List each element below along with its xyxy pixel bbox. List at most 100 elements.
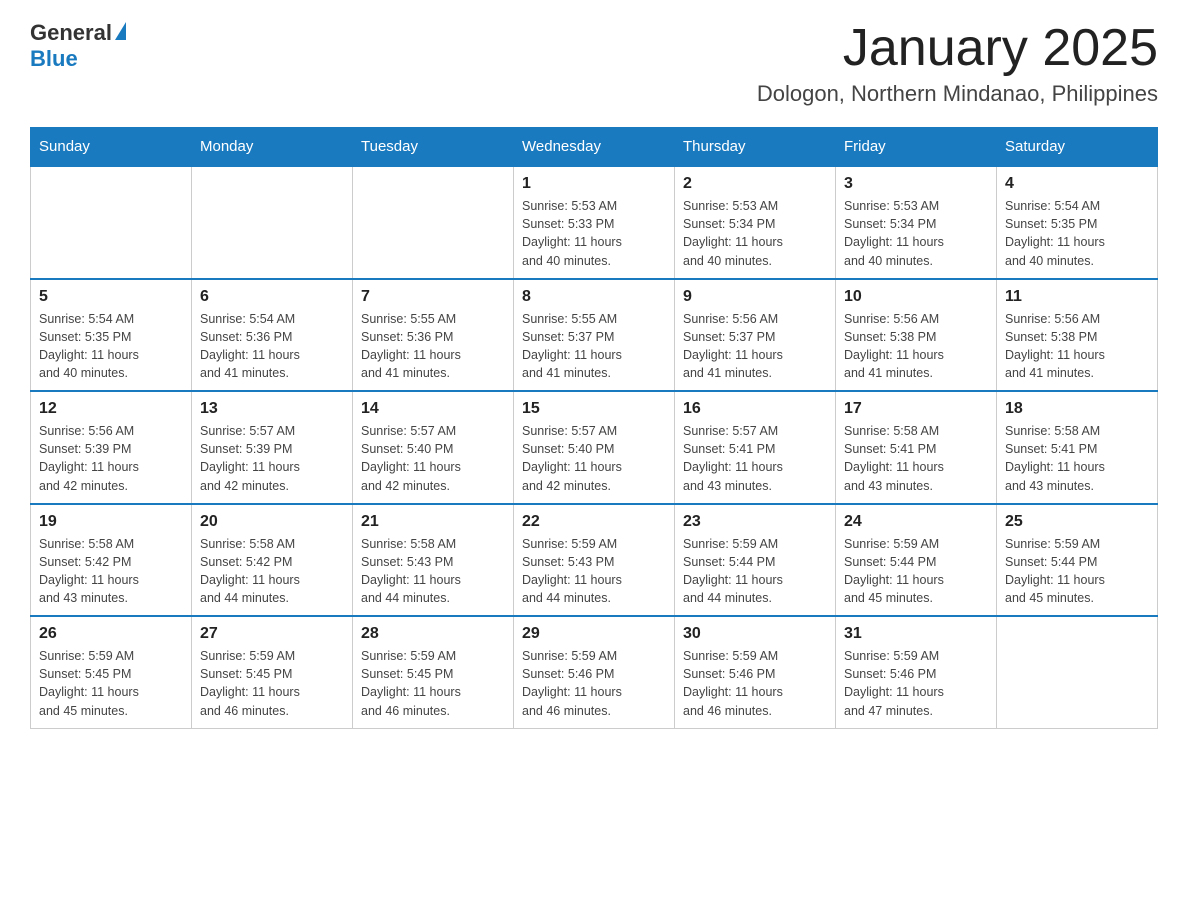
day-number: 10	[844, 288, 988, 306]
day-number: 20	[200, 513, 344, 531]
day-info: Sunrise: 5:55 AM Sunset: 5:36 PM Dayligh…	[361, 310, 505, 383]
title-section: January 2025 Dologon, Northern Mindanao,…	[757, 20, 1158, 107]
calendar-cell: 16 Sunrise: 5:57 AM Sunset: 5:41 PM Dayli…	[675, 391, 836, 504]
calendar-cell: 6 Sunrise: 5:54 AM Sunset: 5:36 PM Daylig…	[192, 279, 353, 392]
day-info: Sunrise: 5:58 AM Sunset: 5:43 PM Dayligh…	[361, 535, 505, 608]
calendar-cell: 14 Sunrise: 5:57 AM Sunset: 5:40 PM Dayli…	[353, 391, 514, 504]
calendar-header-monday: Monday	[192, 128, 353, 167]
day-info: Sunrise: 5:59 AM Sunset: 5:45 PM Dayligh…	[200, 647, 344, 720]
calendar-week-row: 26 Sunrise: 5:59 AM Sunset: 5:45 PM Dayli…	[31, 616, 1158, 728]
day-number: 11	[1005, 288, 1149, 306]
day-info: Sunrise: 5:53 AM Sunset: 5:34 PM Dayligh…	[844, 197, 988, 270]
day-info: Sunrise: 5:57 AM Sunset: 5:39 PM Dayligh…	[200, 422, 344, 495]
day-info: Sunrise: 5:54 AM Sunset: 5:36 PM Dayligh…	[200, 310, 344, 383]
calendar-cell: 22Sunrise: 5:59 AM Sunset: 5:43 PM Dayli…	[514, 504, 675, 617]
day-number: 16	[683, 400, 827, 418]
day-info: Sunrise: 5:56 AM Sunset: 5:38 PM Dayligh…	[1005, 310, 1149, 383]
day-number: 14	[361, 400, 505, 418]
day-number: 19	[39, 513, 183, 531]
day-number: 21	[361, 513, 505, 531]
day-info: Sunrise: 5:59 AM Sunset: 5:46 PM Dayligh…	[683, 647, 827, 720]
day-number: 12	[39, 400, 183, 418]
day-info: Sunrise: 5:57 AM Sunset: 5:41 PM Dayligh…	[683, 422, 827, 495]
calendar-cell: 9 Sunrise: 5:56 AM Sunset: 5:37 PM Daylig…	[675, 279, 836, 392]
calendar-cell: 8 Sunrise: 5:55 AM Sunset: 5:37 PM Daylig…	[514, 279, 675, 392]
calendar-cell: 4 Sunrise: 5:54 AM Sunset: 5:35 PM Daylig…	[997, 166, 1158, 279]
day-info: Sunrise: 5:58 AM Sunset: 5:42 PM Dayligh…	[200, 535, 344, 608]
day-info: Sunrise: 5:57 AM Sunset: 5:40 PM Dayligh…	[361, 422, 505, 495]
day-number: 22	[522, 513, 666, 531]
day-info: Sunrise: 5:59 AM Sunset: 5:46 PM Dayligh…	[522, 647, 666, 720]
calendar-cell: 30Sunrise: 5:59 AM Sunset: 5:46 PM Dayli…	[675, 616, 836, 728]
calendar-cell: 29 Sunrise: 5:59 AM Sunset: 5:46 PM Dayli…	[514, 616, 675, 728]
calendar-cell: 31 Sunrise: 5:59 AM Sunset: 5:46 PM Dayli…	[836, 616, 997, 728]
calendar-cell: 10 Sunrise: 5:56 AM Sunset: 5:38 PM Dayli…	[836, 279, 997, 392]
day-number: 23	[683, 513, 827, 531]
day-info: Sunrise: 5:58 AM Sunset: 5:41 PM Dayligh…	[844, 422, 988, 495]
calendar-cell: 7 Sunrise: 5:55 AM Sunset: 5:36 PM Daylig…	[353, 279, 514, 392]
calendar-cell: 26Sunrise: 5:59 AM Sunset: 5:45 PM Dayli…	[31, 616, 192, 728]
calendar-cell: 1 Sunrise: 5:53 AM Sunset: 5:33 PM Daylig…	[514, 166, 675, 279]
day-info: Sunrise: 5:58 AM Sunset: 5:41 PM Dayligh…	[1005, 422, 1149, 495]
calendar-cell: 2 Sunrise: 5:53 AM Sunset: 5:34 PM Daylig…	[675, 166, 836, 279]
day-info: Sunrise: 5:56 AM Sunset: 5:38 PM Dayligh…	[844, 310, 988, 383]
calendar-header-tuesday: Tuesday	[353, 128, 514, 167]
day-number: 27	[200, 625, 344, 643]
day-info: Sunrise: 5:55 AM Sunset: 5:37 PM Dayligh…	[522, 310, 666, 383]
day-info: Sunrise: 5:59 AM Sunset: 5:44 PM Dayligh…	[1005, 535, 1149, 608]
calendar-week-row: 19 Sunrise: 5:58 AM Sunset: 5:42 PM Dayli…	[31, 504, 1158, 617]
day-number: 7	[361, 288, 505, 306]
calendar-cell: 12Sunrise: 5:56 AM Sunset: 5:39 PM Dayli…	[31, 391, 192, 504]
day-info: Sunrise: 5:57 AM Sunset: 5:40 PM Dayligh…	[522, 422, 666, 495]
day-info: Sunrise: 5:54 AM Sunset: 5:35 PM Dayligh…	[1005, 197, 1149, 270]
calendar-header-wednesday: Wednesday	[514, 128, 675, 167]
calendar-cell: 20 Sunrise: 5:58 AM Sunset: 5:42 PM Dayli…	[192, 504, 353, 617]
calendar-header-thursday: Thursday	[675, 128, 836, 167]
logo-triangle-icon	[115, 22, 126, 40]
calendar-header-row: SundayMondayTuesdayWednesdayThursdayFrid…	[31, 128, 1158, 167]
day-info: Sunrise: 5:53 AM Sunset: 5:34 PM Dayligh…	[683, 197, 827, 270]
day-number: 13	[200, 400, 344, 418]
calendar-cell: 24Sunrise: 5:59 AM Sunset: 5:44 PM Dayli…	[836, 504, 997, 617]
day-number: 4	[1005, 175, 1149, 193]
calendar-cell: 18 Sunrise: 5:58 AM Sunset: 5:41 PM Dayli…	[997, 391, 1158, 504]
day-info: Sunrise: 5:56 AM Sunset: 5:37 PM Dayligh…	[683, 310, 827, 383]
day-info: Sunrise: 5:59 AM Sunset: 5:46 PM Dayligh…	[844, 647, 988, 720]
day-number: 1	[522, 175, 666, 193]
calendar-week-row: 5Sunrise: 5:54 AM Sunset: 5:35 PM Daylig…	[31, 279, 1158, 392]
day-number: 2	[683, 175, 827, 193]
calendar-cell: 27 Sunrise: 5:59 AM Sunset: 5:45 PM Dayli…	[192, 616, 353, 728]
calendar-cell: 3Sunrise: 5:53 AM Sunset: 5:34 PM Daylig…	[836, 166, 997, 279]
logo: General Blue	[30, 20, 126, 72]
day-info: Sunrise: 5:53 AM Sunset: 5:33 PM Dayligh…	[522, 197, 666, 270]
location-title: Dologon, Northern Mindanao, Philippines	[757, 81, 1158, 107]
day-number: 15	[522, 400, 666, 418]
day-info: Sunrise: 5:59 AM Sunset: 5:45 PM Dayligh…	[361, 647, 505, 720]
calendar-header-sunday: Sunday	[31, 128, 192, 167]
day-number: 9	[683, 288, 827, 306]
calendar-cell: 21 Sunrise: 5:58 AM Sunset: 5:43 PM Dayli…	[353, 504, 514, 617]
day-number: 8	[522, 288, 666, 306]
day-number: 17	[844, 400, 988, 418]
day-info: Sunrise: 5:54 AM Sunset: 5:35 PM Dayligh…	[39, 310, 183, 383]
day-number: 28	[361, 625, 505, 643]
calendar-cell: 15 Sunrise: 5:57 AM Sunset: 5:40 PM Dayli…	[514, 391, 675, 504]
day-number: 6	[200, 288, 344, 306]
calendar-cell	[31, 166, 192, 279]
calendar-cell: 5Sunrise: 5:54 AM Sunset: 5:35 PM Daylig…	[31, 279, 192, 392]
day-number: 31	[844, 625, 988, 643]
calendar-header-saturday: Saturday	[997, 128, 1158, 167]
calendar-cell: 11 Sunrise: 5:56 AM Sunset: 5:38 PM Dayli…	[997, 279, 1158, 392]
day-number: 29	[522, 625, 666, 643]
day-number: 26	[39, 625, 183, 643]
calendar-cell	[353, 166, 514, 279]
calendar-cell: 13 Sunrise: 5:57 AM Sunset: 5:39 PM Dayli…	[192, 391, 353, 504]
day-number: 18	[1005, 400, 1149, 418]
day-info: Sunrise: 5:59 AM Sunset: 5:44 PM Dayligh…	[844, 535, 988, 608]
day-number: 25	[1005, 513, 1149, 531]
calendar-cell: 25 Sunrise: 5:59 AM Sunset: 5:44 PM Dayli…	[997, 504, 1158, 617]
day-info: Sunrise: 5:59 AM Sunset: 5:44 PM Dayligh…	[683, 535, 827, 608]
day-info: Sunrise: 5:58 AM Sunset: 5:42 PM Dayligh…	[39, 535, 183, 608]
calendar-cell	[997, 616, 1158, 728]
calendar-cell: 19 Sunrise: 5:58 AM Sunset: 5:42 PM Dayli…	[31, 504, 192, 617]
